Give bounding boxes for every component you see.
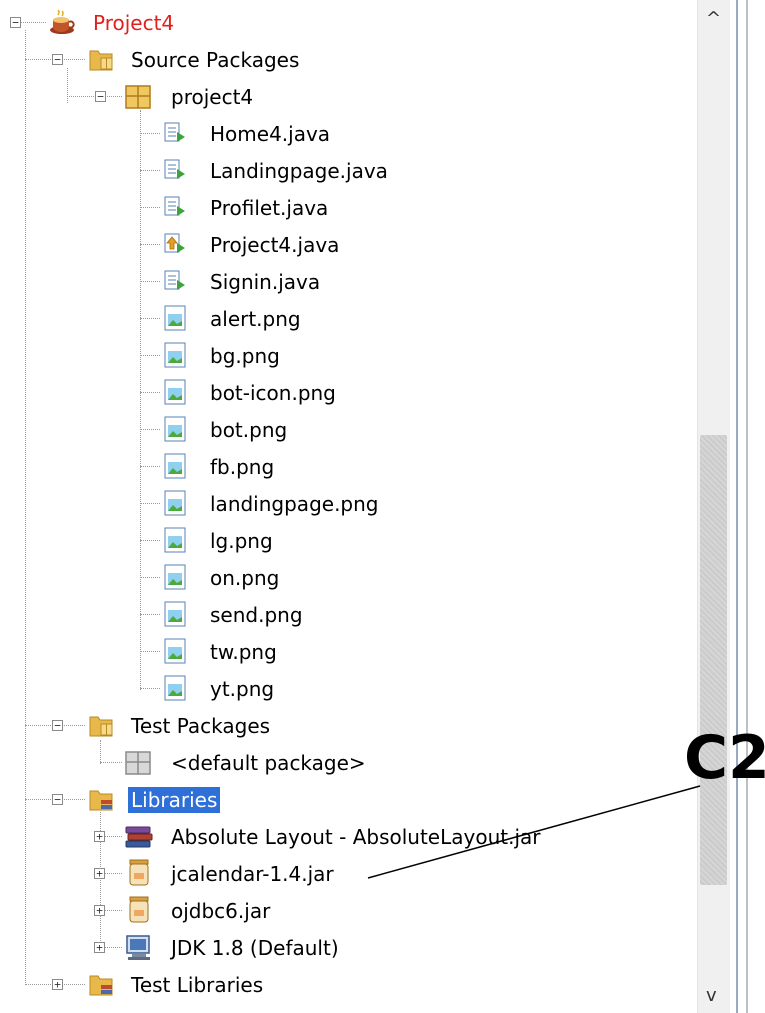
annotation-pointer-line xyxy=(367,785,701,879)
annotation-label: C2 xyxy=(684,723,765,793)
